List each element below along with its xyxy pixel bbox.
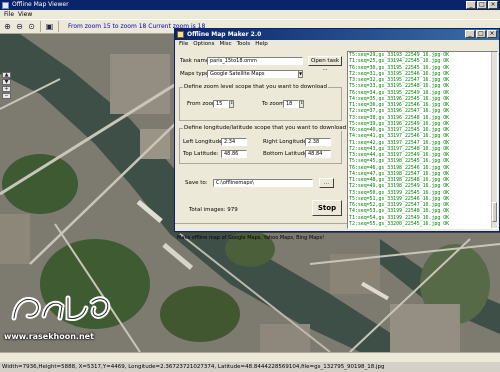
bottom-latitude-label: Bottom Latitude: xyxy=(263,151,310,157)
pan-down-icon[interactable]: ▼ xyxy=(2,79,11,85)
dropdown-arrow-icon[interactable]: ▼ xyxy=(298,70,303,78)
longlat-scope-group xyxy=(179,128,342,164)
maps-type-label: Maps type: xyxy=(180,71,211,77)
dialog-menu-tools[interactable]: Tools xyxy=(237,40,251,49)
dialog-menu-file[interactable]: File xyxy=(179,40,188,49)
dialog-menu-help[interactable]: Help xyxy=(255,40,268,49)
log-line: T2:seq=55,gs_33200_22545_16.jpg OK xyxy=(349,220,450,227)
dialog-status-text: Make offline map of Google Maps, Yahoo M… xyxy=(177,235,325,241)
dialog-close-button[interactable]: × xyxy=(487,30,497,38)
watermark-logo xyxy=(11,295,111,321)
save-icon[interactable]: ▣ xyxy=(44,21,55,32)
viewer-titlebar: Offline Map Viewer _ □ × xyxy=(0,0,500,10)
from-zoom-spinner[interactable]: ⇕ xyxy=(229,100,234,108)
bottom-latitude-input[interactable]: 48.84 xyxy=(305,150,331,158)
top-latitude-label: Top Latitude: xyxy=(183,151,219,157)
zoom-out-icon[interactable]: ⊖ xyxy=(14,21,25,32)
maximize-button[interactable]: □ xyxy=(477,1,487,9)
dialog-menubar: File Options Misc Tools Help xyxy=(175,40,499,49)
pan-up-icon[interactable]: ▲ xyxy=(2,72,11,78)
map-controls: ▲ ▼ + − xyxy=(2,72,11,99)
dialog-title: Offline Map Maker 2.0 xyxy=(187,31,262,38)
log-scrollbar-thumb[interactable] xyxy=(492,202,497,222)
zoom-out-control[interactable]: − xyxy=(2,93,11,99)
top-latitude-input[interactable]: 48.86 xyxy=(221,150,247,158)
zoom-in-icon[interactable]: ⊕ xyxy=(2,21,13,32)
task-name-input[interactable]: paris_15to18.omm xyxy=(207,57,303,65)
open-task-button[interactable]: Open task ... xyxy=(308,56,342,72)
stop-button[interactable]: Stop xyxy=(312,200,342,216)
zoom-fit-icon[interactable]: ⊙ xyxy=(26,21,37,32)
dialog-maximize-button[interactable]: □ xyxy=(476,30,486,38)
right-longitude-input[interactable]: 2.38 xyxy=(305,138,331,146)
to-zoom-input[interactable]: 18 xyxy=(283,100,299,108)
maps-type-select[interactable]: Google Satellite Maps xyxy=(207,70,303,78)
minimize-button[interactable]: _ xyxy=(466,1,476,9)
longlat-scope-title: Define longitude/latitude scope that you… xyxy=(183,125,348,131)
app-icon xyxy=(2,1,9,9)
log-lines: T5:seq=29,gs_33193_22549_16.jpg OK T1:seq… xyxy=(348,52,497,227)
save-to-input[interactable]: C:\offlinemaps\ xyxy=(213,179,313,187)
zoom-scope-title: Define zoom level scope that you want to… xyxy=(183,84,329,90)
viewer-statusbar: Width=7936,Height=5888, X=5317,Y=4469, L… xyxy=(0,352,500,370)
viewer-title: Offline Map Viewer xyxy=(12,1,69,8)
dialog-titlebar: Offline Map Maker 2.0 _ □ × xyxy=(175,29,499,40)
close-button[interactable]: × xyxy=(488,1,498,9)
to-zoom-label: To zoom xyxy=(262,101,285,107)
dialog-statusbar: Make offline map of Google Maps, Yahoo M… xyxy=(175,223,347,241)
save-to-label: Save to: xyxy=(185,180,208,186)
menu-file[interactable]: File xyxy=(4,10,14,19)
dialog-menu-options[interactable]: Options xyxy=(193,40,214,49)
left-longitude-input[interactable]: 2.34 xyxy=(221,138,247,146)
coordinates-status: Width=7936,Height=5888, X=5317,Y=4469, L… xyxy=(2,364,385,370)
right-longitude-label: Right Longitude: xyxy=(263,139,309,145)
dialog-menu-misc[interactable]: Misc xyxy=(219,40,231,49)
log-scrollbar[interactable] xyxy=(491,52,497,228)
dialog-minimize-button[interactable]: _ xyxy=(465,30,475,38)
left-longitude-label: Left Longitude: xyxy=(183,139,225,145)
map-viewer-window: Offline Map Viewer _ □ × File View ⊕ ⊖ ⊙… xyxy=(0,0,500,370)
from-zoom-input[interactable]: 15 xyxy=(213,100,229,108)
download-log[interactable]: T5:seq=29,gs_33193_22549_16.jpg OK T1:seq… xyxy=(347,51,498,229)
total-images-label: Total images: 979 xyxy=(189,207,238,213)
map-maker-dialog: Offline Map Maker 2.0 _ □ × File Options… xyxy=(174,28,500,241)
viewer-menubar: File View xyxy=(0,10,500,19)
watermark-url: www.rasekhoon.net xyxy=(4,332,94,341)
to-zoom-spinner[interactable]: ⇕ xyxy=(299,100,304,108)
zoom-in-control[interactable]: + xyxy=(2,86,11,92)
dialog-app-icon xyxy=(177,31,184,38)
browse-button[interactable]: ... xyxy=(319,178,334,188)
menu-view[interactable]: View xyxy=(18,10,32,19)
